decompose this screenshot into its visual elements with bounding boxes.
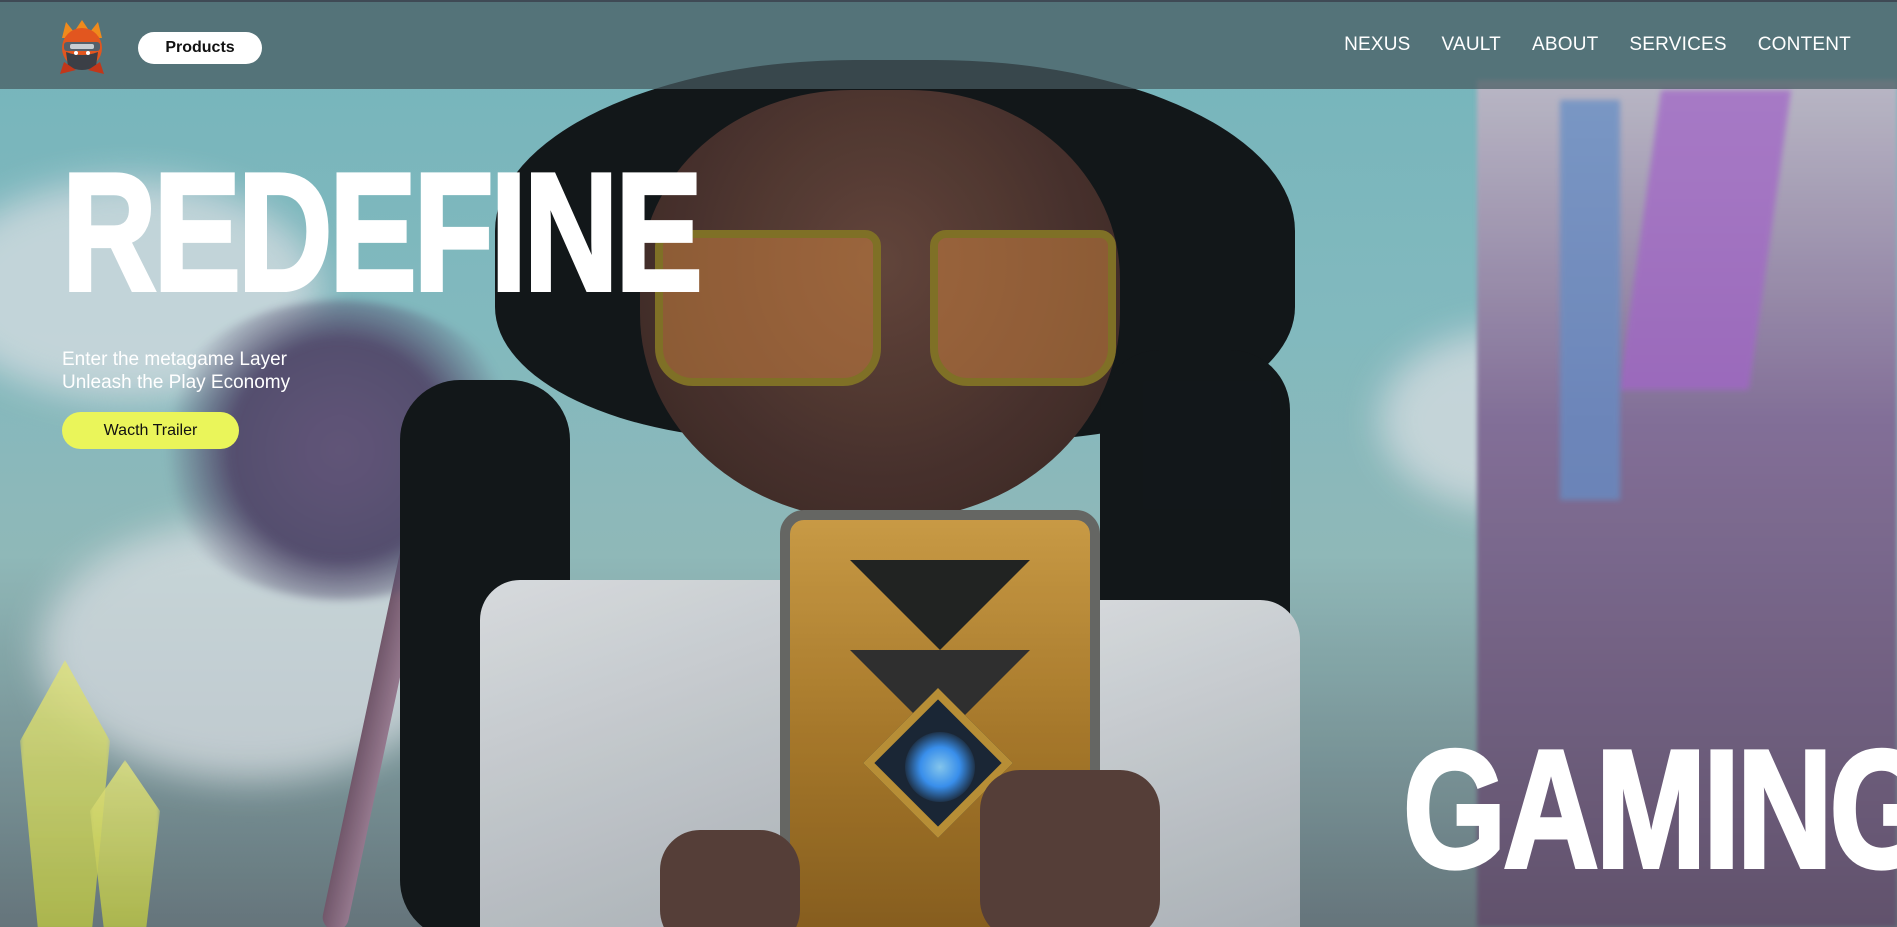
products-button[interactable]: Products bbox=[138, 32, 262, 64]
ninja-logo-icon[interactable] bbox=[56, 18, 108, 76]
nav-link-nexus[interactable]: NEXUS bbox=[1344, 34, 1410, 56]
tagline-line-1: Enter the metagame Layer bbox=[62, 349, 287, 370]
nav-link-about[interactable]: ABOUT bbox=[1532, 34, 1598, 56]
nav-links: NEXUS VAULT ABOUT SERVICES CONTENT bbox=[1344, 34, 1851, 56]
nav-link-vault[interactable]: VAULT bbox=[1442, 34, 1501, 56]
watch-trailer-button[interactable]: Wacth Trailer bbox=[62, 412, 239, 449]
hero-headline-top: REDEFINE bbox=[60, 138, 704, 326]
nav-link-services[interactable]: SERVICES bbox=[1629, 34, 1726, 56]
tagline-line-2: Unleash the Play Economy bbox=[62, 372, 291, 393]
hero-section: Products NEXUS VAULT ABOUT SERVICES CONT… bbox=[0, 0, 1897, 927]
nav-link-content[interactable]: CONTENT bbox=[1758, 34, 1851, 56]
hero-tagline: Enter the metagame Layer Unleash the Pla… bbox=[62, 348, 290, 394]
hero-headline-bottom: GAMING bbox=[1401, 715, 1897, 903]
top-navbar: Products NEXUS VAULT ABOUT SERVICES CONT… bbox=[0, 0, 1897, 89]
